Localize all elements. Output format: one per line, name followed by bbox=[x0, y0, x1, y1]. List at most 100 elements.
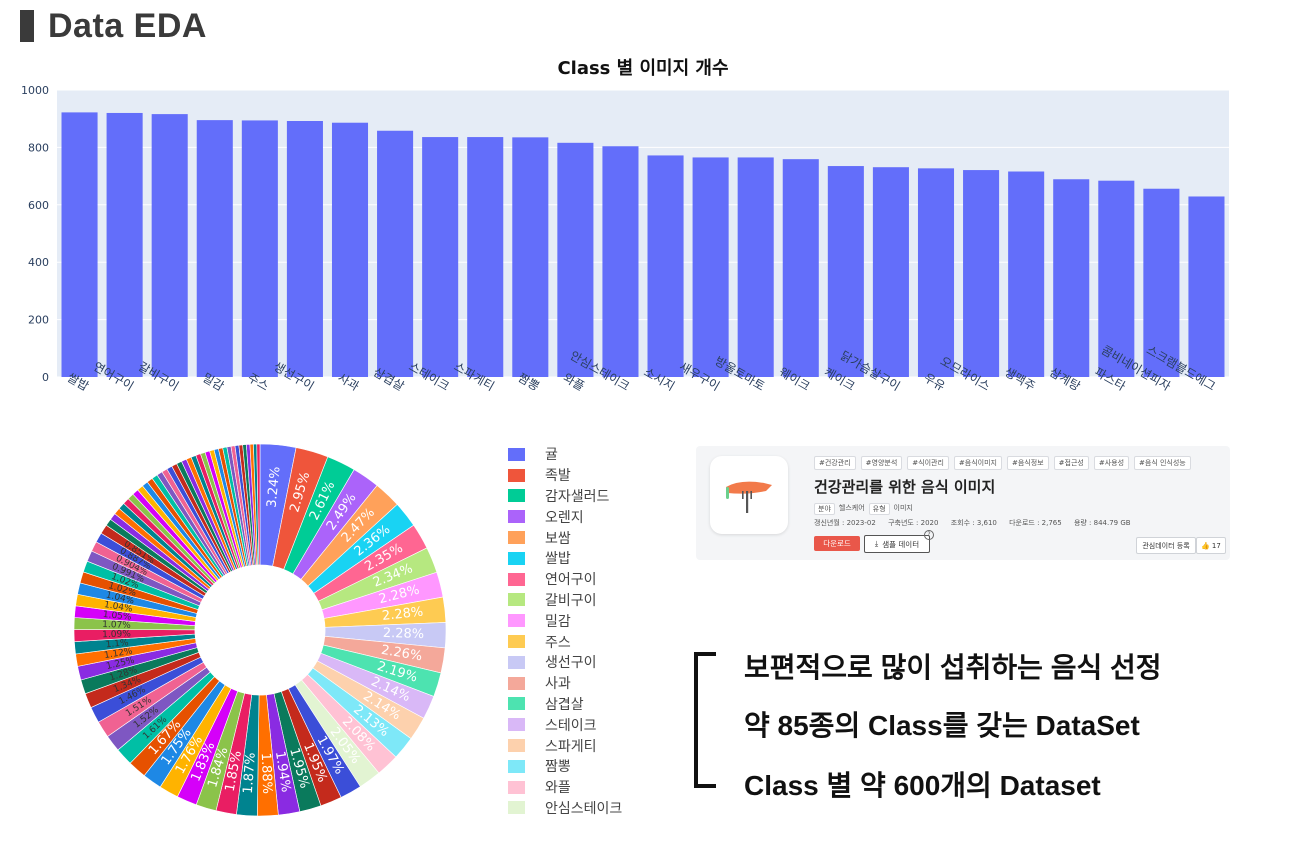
dataset-size: 용량 : 844.79 GB bbox=[1073, 519, 1131, 527]
field-key: 분야 bbox=[814, 503, 835, 515]
legend-label: 귤 bbox=[545, 447, 558, 464]
dataset-tag-list: #건강관리 #영양분석 #식이관리 #음식이미지 #음식정보 #접근성 #사용성… bbox=[814, 456, 1191, 470]
y-tick-label: 800 bbox=[28, 141, 49, 154]
dataset-title[interactable]: 건강관리를 위한 음식 이미지 bbox=[814, 476, 995, 497]
legend-label: 쌀밥 bbox=[545, 551, 571, 568]
bar bbox=[782, 159, 819, 377]
legend-label: 사과 bbox=[545, 676, 571, 693]
legend-label: 짬뽕 bbox=[545, 759, 571, 776]
legend-label: 족발 bbox=[545, 468, 571, 485]
legend-item[interactable]: 쌀밥 bbox=[508, 548, 678, 569]
legend-swatch bbox=[508, 655, 525, 669]
legend-label: 오렌지 bbox=[545, 509, 584, 526]
legend-item[interactable]: 귤 bbox=[508, 444, 678, 465]
legend-swatch bbox=[508, 759, 525, 773]
legend-label: 연어구이 bbox=[545, 572, 597, 589]
bar bbox=[1008, 171, 1045, 377]
bar-chart: Class 별 이미지 개수02004006008001000쌀밥 연어구이 갈비구… bbox=[21, 58, 1229, 394]
summary-line-1: 보편적으로 많이 섭취하는 음식 선정 bbox=[744, 652, 1162, 683]
legend-item[interactable]: 생선구이 bbox=[508, 652, 678, 673]
bar bbox=[196, 120, 233, 377]
bar bbox=[422, 137, 459, 377]
dataset-tag[interactable]: #식이관리 bbox=[907, 456, 949, 470]
bar bbox=[917, 168, 955, 377]
field-value: 헬스케어 bbox=[838, 504, 865, 512]
legend-item[interactable]: 족발 bbox=[508, 465, 678, 486]
bar bbox=[557, 142, 594, 377]
like-button[interactable]: 👍 17 bbox=[1196, 537, 1226, 554]
slice-label: 2.28% bbox=[383, 626, 425, 642]
legend-item[interactable]: 주스 bbox=[508, 631, 678, 652]
dataset-tag[interactable]: #접근성 bbox=[1053, 456, 1089, 470]
download-icon: ⤓ bbox=[874, 539, 879, 548]
like-count: 17 bbox=[1211, 541, 1221, 550]
legend-item[interactable]: 스파게티 bbox=[508, 735, 678, 756]
legend-label: 스테이크 bbox=[545, 717, 597, 734]
dataset-tag[interactable]: #음식 인식성능 bbox=[1134, 456, 1191, 470]
type-value: 이미지 bbox=[893, 504, 913, 512]
dataset-card: #건강관리 #영양분석 #식이관리 #음식이미지 #음식정보 #접근성 #사용성… bbox=[696, 446, 1230, 560]
dataset-tag[interactable]: #영양분석 bbox=[860, 456, 903, 470]
help-icon[interactable]: ? bbox=[924, 530, 934, 540]
bar bbox=[106, 112, 143, 378]
dataset-tag[interactable]: #음식이미지 bbox=[953, 456, 1002, 470]
legend-item[interactable]: 보쌈 bbox=[508, 527, 678, 548]
legend-item[interactable]: 밀감 bbox=[508, 610, 678, 631]
summary-line-3: Class 별 약 600개의 Dataset bbox=[744, 770, 1101, 801]
y-tick-label: 0 bbox=[42, 371, 49, 384]
updated-date: 갱신년월 : 2023-02 bbox=[814, 519, 876, 527]
bar bbox=[1053, 179, 1090, 377]
bar bbox=[737, 157, 774, 377]
legend-item[interactable]: 감자샐러드 bbox=[508, 486, 678, 507]
bar bbox=[377, 130, 414, 377]
legend-label: 스파게티 bbox=[545, 738, 597, 755]
legend-item[interactable]: 사과 bbox=[508, 673, 678, 694]
legend-item[interactable]: 안심스테이크 bbox=[508, 798, 678, 819]
donut-chart: 3.24% 2.95%2.61%2.49%2.47%2.36%2.35%2.34%… bbox=[73, 443, 447, 817]
legend-swatch bbox=[508, 510, 525, 524]
y-tick-label: 600 bbox=[28, 199, 49, 212]
bar bbox=[1188, 196, 1225, 377]
dataset-tag[interactable]: #사용성 bbox=[1093, 456, 1130, 470]
legend-item[interactable]: 연어구이 bbox=[508, 569, 678, 590]
legend-item[interactable]: 삼겹살 bbox=[508, 694, 678, 715]
bar bbox=[647, 155, 684, 377]
bar bbox=[602, 146, 639, 377]
legend-item[interactable]: 와플 bbox=[508, 777, 678, 798]
legend-label: 밀감 bbox=[545, 613, 571, 630]
legend-swatch bbox=[508, 468, 525, 482]
legend-swatch bbox=[508, 489, 525, 503]
legend-item[interactable]: 갈비구이 bbox=[508, 590, 678, 611]
legend-label: 삼겹살 bbox=[545, 696, 584, 713]
legend-item[interactable]: 오렌지 bbox=[508, 506, 678, 527]
legend-label: 생선구이 bbox=[545, 655, 597, 672]
legend-swatch bbox=[508, 551, 525, 565]
dataset-category-row: 분야 헬스케어 유형 이미지 bbox=[814, 503, 913, 515]
summary-line-2: 약 85종의 Class를 갖는 DataSet bbox=[744, 710, 1140, 741]
legend-label: 갈비구이 bbox=[545, 592, 597, 609]
y-tick-label: 200 bbox=[28, 314, 49, 327]
legend-item[interactable]: 짬뽕 bbox=[508, 756, 678, 777]
page-header: Data EDA bbox=[20, 6, 207, 46]
bar bbox=[286, 120, 323, 377]
dataset-thumbnail bbox=[710, 456, 788, 534]
dataset-tag[interactable]: #음식정보 bbox=[1007, 456, 1049, 470]
bar bbox=[512, 137, 549, 377]
legend-label: 주스 bbox=[545, 634, 571, 651]
favorite-button[interactable]: 관심데이터 등록 bbox=[1136, 537, 1196, 554]
dataset-tag[interactable]: #건강관리 bbox=[814, 456, 856, 470]
download-button[interactable]: 다운로드 bbox=[814, 536, 860, 551]
slice-label: 1.09% bbox=[102, 629, 131, 640]
summary-block: 보편적으로 많이 섭취하는 음식 선정 약 85종의 Class를 갖는 Dat… bbox=[694, 652, 1254, 801]
bar bbox=[692, 157, 729, 377]
y-tick-label: 1000 bbox=[21, 84, 49, 97]
legend-swatch bbox=[508, 718, 525, 732]
legend-swatch bbox=[508, 572, 525, 586]
bar bbox=[872, 167, 909, 377]
sample-data-button[interactable]: ⤓ 샘플 데이터 bbox=[864, 535, 930, 553]
bar bbox=[61, 112, 98, 378]
legend-item[interactable]: 스테이크 bbox=[508, 714, 678, 735]
sample-data-label: 샘플 데이터 bbox=[882, 539, 920, 549]
legend-swatch bbox=[508, 635, 525, 649]
bar bbox=[827, 166, 864, 377]
